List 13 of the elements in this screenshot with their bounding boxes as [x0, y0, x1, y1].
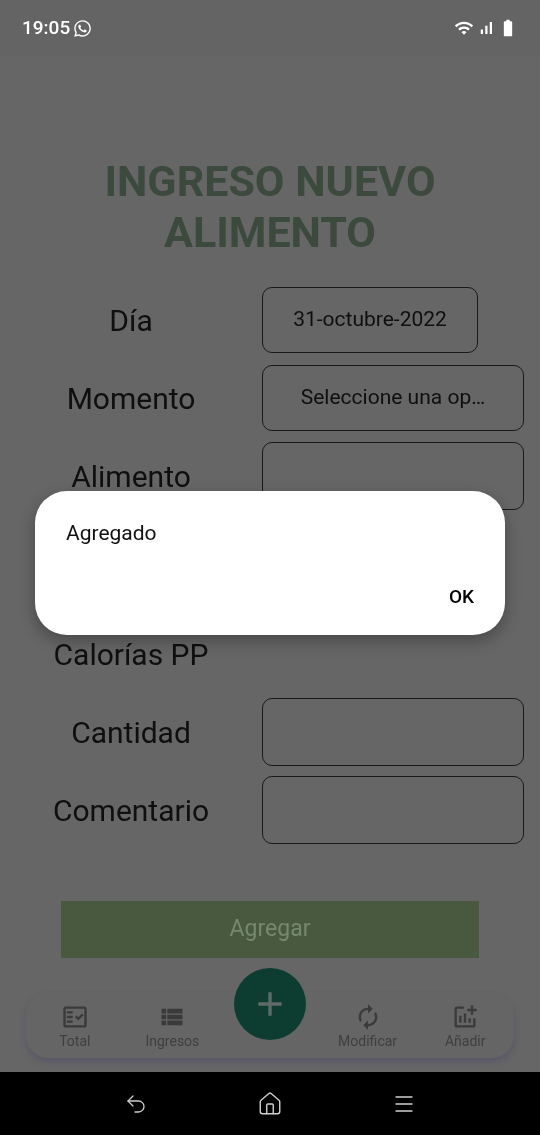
home-icon[interactable]	[257, 1090, 283, 1117]
field-label: Momento	[66, 379, 196, 418]
field-label: Cantidad	[71, 713, 191, 752]
status-time: 19:05	[22, 14, 71, 41]
chat-bubble-icon	[73, 18, 93, 38]
field-label: Calorías PP	[53, 635, 209, 674]
field-label: Comentario	[52, 791, 210, 830]
field-label: Día	[109, 301, 153, 340]
ok-button[interactable]: OK	[436, 578, 486, 615]
date-field[interactable]: 31-octubre-2022	[262, 287, 478, 353]
dialog-message: Agregado	[66, 520, 158, 547]
select-field[interactable]: Seleccione una op…	[262, 365, 524, 431]
field-label: Alimento	[71, 457, 191, 496]
